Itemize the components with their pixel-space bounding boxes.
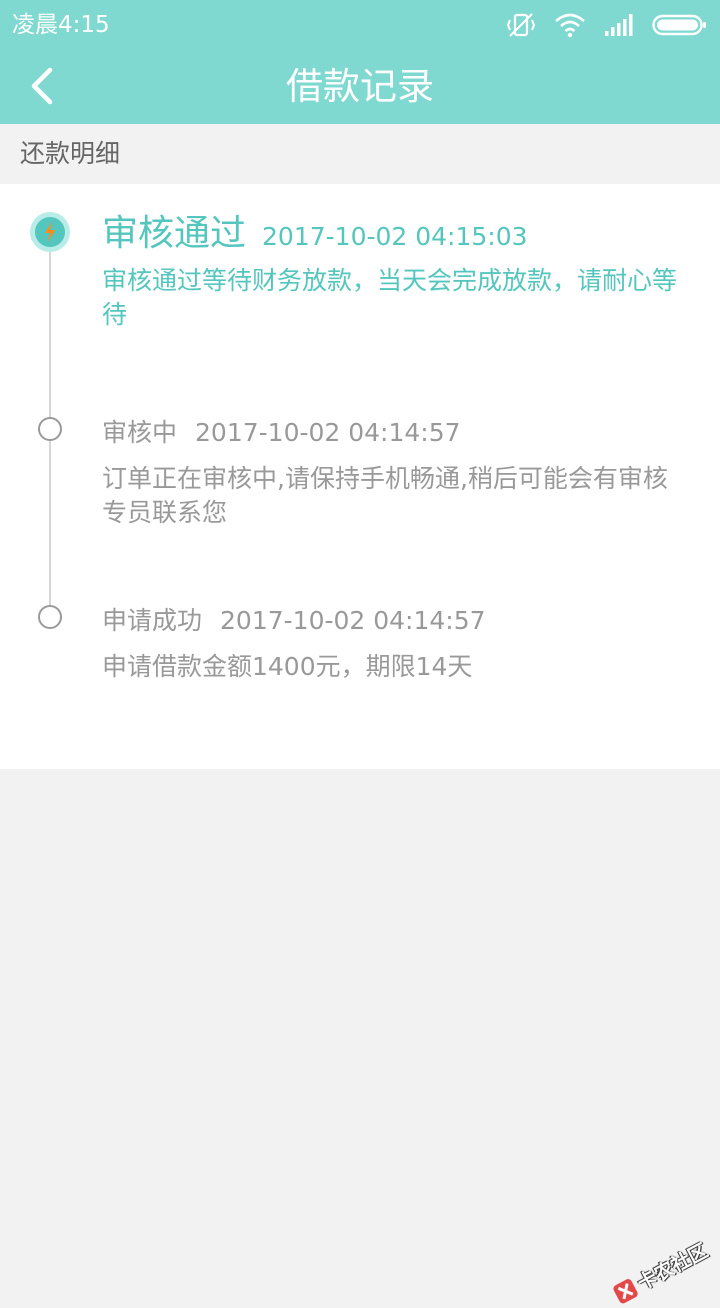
signal-icon <box>604 13 634 37</box>
entry-status: 申请成功 <box>102 606 203 635</box>
battery-icon <box>652 13 708 37</box>
status-time: 凌晨4:15 <box>12 12 110 38</box>
timeline-node-active <box>30 212 70 252</box>
timeline-node <box>38 417 62 441</box>
entry-time: 2017-10-02 04:15:03 <box>262 222 528 251</box>
lightning-icon <box>45 222 55 242</box>
wifi-icon <box>554 12 586 38</box>
section-title: 还款明细 <box>20 139 121 168</box>
entry-status: 审核通过 <box>102 213 247 254</box>
status-icons <box>506 10 708 40</box>
timeline-entry: 申请成功 2017-10-02 04:14:57 申请借款金额1400元，期限14… <box>102 604 692 684</box>
nav-bar: 借款记录 <box>0 50 720 124</box>
watermark-text: 卡农社区 <box>634 1239 712 1295</box>
entry-description: 审核通过等待财务放款，当天会完成放款，请耐心等待 <box>102 266 678 329</box>
timeline-node <box>38 605 62 629</box>
vibrate-off-icon <box>506 11 536 39</box>
timeline-entry: 审核通过 2017-10-02 04:15:03 审核通过等待财务放款，当天会完成… <box>102 212 692 332</box>
timeline-entry: 审核中 2017-10-02 04:14:57 订单正在审核中,请保持手机畅通,稍… <box>102 416 692 530</box>
timeline-card: 审核通过 2017-10-02 04:15:03 审核通过等待财务放款，当天会完成… <box>0 184 720 769</box>
entry-description: 订单正在审核中,请保持手机畅通,稍后可能会有审核专员联系您 <box>102 464 668 527</box>
page-title: 借款记录 <box>286 65 434 108</box>
status-bar: 凌晨4:15 <box>0 0 720 50</box>
entry-time: 2017-10-02 04:14:57 <box>220 606 486 635</box>
watermark-logo-icon <box>613 1278 638 1303</box>
entry-status: 审核中 <box>102 418 178 447</box>
entry-description: 申请借款金额1400元，期限14天 <box>102 652 473 681</box>
section-header: 还款明细 <box>0 124 720 184</box>
entry-time: 2017-10-02 04:14:57 <box>195 418 461 447</box>
watermark: 卡农社区 <box>609 1236 712 1308</box>
